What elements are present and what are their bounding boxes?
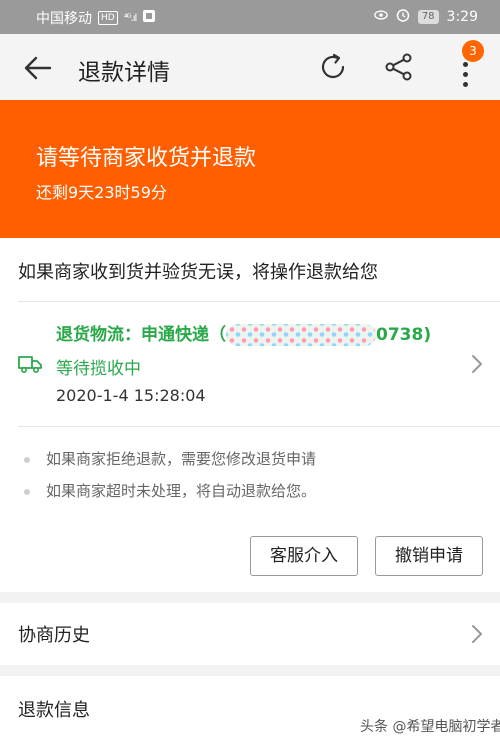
refund-info-label: 退款信息 [18, 700, 90, 721]
signal-icon: ⁴ᴳ.ıl [123, 12, 138, 24]
banner-headline: 请等待商家收货并退款 [36, 146, 257, 171]
tracking-number-tail: 0738) [376, 325, 432, 345]
truck-icon [18, 356, 42, 374]
logistics-label: 退货物流：申通快递（ [56, 325, 226, 345]
tip-text: 如果商家拒绝退款，需要您修改退货申请 [46, 450, 317, 468]
status-banner: 请等待商家收货并退款 还剩9天23时59分 [0, 100, 500, 238]
notification-badge: 3 [462, 40, 484, 62]
more-menu-button[interactable]: 3 [452, 40, 484, 92]
app-bar: 退款详情 3 [0, 34, 500, 100]
share-icon[interactable] [383, 51, 415, 83]
divider [18, 426, 500, 427]
refresh-icon[interactable] [317, 51, 349, 83]
battery-indicator: 78 [417, 10, 439, 24]
tracking-number-mask [226, 324, 376, 346]
back-arrow-icon[interactable] [22, 54, 52, 82]
network-badge: HD [98, 11, 118, 25]
bullet-icon [24, 488, 30, 495]
chevron-right-icon [472, 355, 482, 373]
more-dots-icon [463, 62, 469, 92]
tip-text: 如果商家超时未处理，将自动退款给您。 [46, 482, 317, 500]
negotiation-history-row[interactable]: 协商历史 [0, 603, 500, 665]
bullet-icon [24, 456, 30, 463]
negotiation-history-label: 协商历史 [18, 625, 90, 646]
logistics-time: 2020-1-4 15:28:04 [56, 386, 206, 405]
tip-item: 如果商家拒绝退款，需要您修改退货申请 [24, 448, 316, 469]
eye-icon [374, 8, 388, 26]
refund-card: 如果商家收到货并验货无误，将操作退款给您 退货物流：申通快递（ 0738) 等待揽… [0, 238, 500, 592]
page-title: 退款详情 [78, 60, 170, 86]
refund-notice: 如果商家收到货并验货无误，将操作退款给您 [18, 262, 378, 283]
watermark: 头条 @希望电脑初学者 [360, 719, 500, 735]
clock: 3:29 [446, 9, 478, 25]
alarm-icon [396, 8, 410, 26]
chevron-right-icon [472, 625, 482, 643]
app-notification-icon [142, 9, 156, 27]
tip-item: 如果商家超时未处理，将自动退款给您。 [24, 480, 316, 501]
countdown-text: 还剩9天23时59分 [36, 183, 167, 202]
logistics-title: 退货物流：申通快递（ 0738) [56, 320, 431, 346]
cancel-request-button[interactable]: 撤销申请 [375, 536, 483, 576]
carrier-label: 中国移动 [36, 11, 92, 27]
customer-service-button[interactable]: 客服介入 [250, 536, 358, 576]
status-bar: 中国移动 HD ⁴ᴳ.ıl 78 3:29 [0, 0, 500, 34]
logistics-status: 等待揽收中 [56, 359, 141, 379]
logistics-row[interactable]: 退货物流：申通快递（ 0738) 等待揽收中 2020-1-4 15:28:04 [0, 302, 500, 426]
